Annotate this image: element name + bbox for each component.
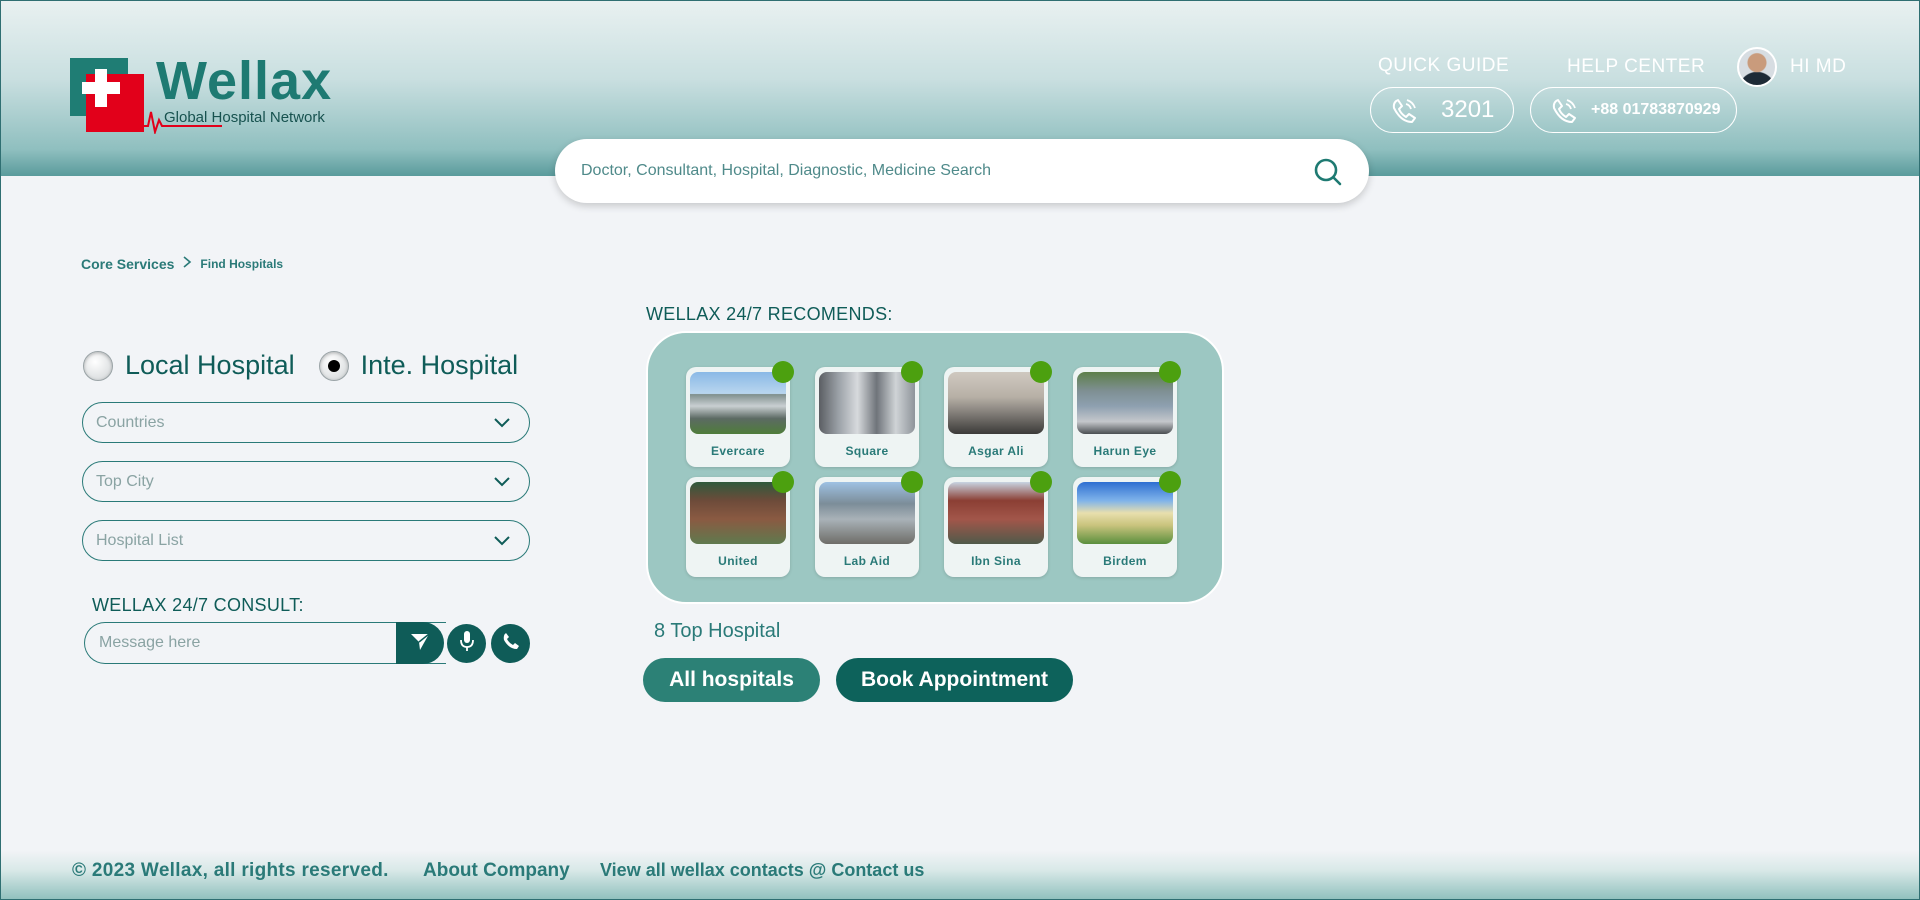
chevron-down-icon <box>493 475 511 493</box>
hospital-photo <box>690 372 786 434</box>
international-hospital-option[interactable]: Inte. Hospital <box>318 350 519 381</box>
hospital-name: Evercare <box>711 444 765 458</box>
international-hospital-label: Inte. Hospital <box>360 350 519 380</box>
local-hospital-option[interactable]: Local Hospital <box>83 350 295 381</box>
breadcrumb-find-hospitals: Find Hospitals <box>200 257 284 271</box>
hospital-card-harun-eye[interactable]: Harun Eye <box>1073 361 1181 467</box>
microphone-icon <box>458 630 476 657</box>
footer-about-link[interactable]: About Company <box>423 860 570 882</box>
radio-button-selected[interactable] <box>318 350 349 381</box>
online-status-dot <box>772 361 794 383</box>
recommended-hospitals-panel: Evercare Square Asgar Ali Harun Eye Unit… <box>646 331 1224 604</box>
hospital-card-ibn-sina[interactable]: Ibn Sina <box>944 471 1052 577</box>
help-center-label: HELP CENTER <box>1567 56 1706 77</box>
hospital-name: Birdem <box>1103 554 1147 568</box>
search-icon[interactable] <box>1313 157 1343 192</box>
medical-cross-icon <box>70 58 144 132</box>
chevron-down-icon <box>493 534 511 552</box>
hospital-name: Lab Aid <box>843 554 891 568</box>
chevron-right-icon <box>182 255 192 273</box>
brand-tagline: Global Hospital Network <box>164 109 325 126</box>
hospital-card-lab-aid[interactable]: Lab Aid <box>815 471 923 577</box>
hospital-name: United <box>718 554 758 568</box>
countries-select-value: Countries <box>96 413 165 431</box>
quick-guide-call-button[interactable]: 3201 <box>1370 87 1514 133</box>
online-status-dot <box>901 361 923 383</box>
breadcrumb-core-services[interactable]: Core Services <box>81 256 174 272</box>
hospital-photo <box>690 482 786 544</box>
consult-title: WELLAX 24/7 CONSULT: <box>92 595 304 615</box>
message-field <box>84 622 446 664</box>
hospital-card-birdem[interactable]: Birdem <box>1073 471 1181 577</box>
hospital-photo <box>948 372 1044 434</box>
radio-button[interactable] <box>83 350 113 381</box>
wellax-logo[interactable]: Wellax Global Hospital Network <box>70 51 340 134</box>
city-select-value: Top City <box>96 472 154 490</box>
send-message-button[interactable] <box>396 622 444 664</box>
hospital-card-square[interactable]: Square <box>815 361 923 467</box>
brand-name: Wellax <box>156 51 333 111</box>
help-center-number: +88 01783870929 <box>1591 101 1721 118</box>
footer-copyright: © 2023 Wellax, all rights reserved. <box>72 860 389 881</box>
hospital-name: Asgar Ali <box>968 444 1024 458</box>
hospital-card-united[interactable]: United <box>686 471 794 577</box>
hospital-photo <box>1077 482 1173 544</box>
online-status-dot <box>772 471 794 493</box>
hospital-card-evercare[interactable]: Evercare <box>686 361 794 467</box>
city-select[interactable]: Top City <box>82 461 530 502</box>
footer-contact-link[interactable]: View all wellax contacts @ Contact us <box>600 860 924 881</box>
chevron-down-icon <box>493 416 511 434</box>
countries-select[interactable]: Countries <box>82 402 530 443</box>
hospital-name: Ibn Sina <box>971 554 1021 568</box>
voice-message-button[interactable] <box>447 624 486 663</box>
send-icon <box>409 630 431 657</box>
online-status-dot <box>1159 471 1181 493</box>
quick-guide-label: QUICK GUIDE <box>1378 55 1510 76</box>
hospital-list-select[interactable]: Hospital List <box>82 520 530 561</box>
hospital-card-asgar-ali[interactable]: Asgar Ali <box>944 361 1052 467</box>
call-button[interactable] <box>491 624 530 663</box>
book-appointment-button[interactable]: Book Appointment <box>836 658 1073 702</box>
hospital-photo <box>948 482 1044 544</box>
breadcrumb: Core Services Find Hospitals <box>81 255 283 273</box>
search-bar <box>555 139 1369 203</box>
hospital-photo <box>1077 372 1173 434</box>
all-hospitals-button[interactable]: All hospitals <box>643 658 820 702</box>
top-hospital-count: 8 Top Hospital <box>654 620 781 642</box>
hospital-photo <box>819 482 915 544</box>
phone-icon <box>1389 96 1419 124</box>
search-input[interactable] <box>581 162 1281 180</box>
online-status-dot <box>901 471 923 493</box>
online-status-dot <box>1030 471 1052 493</box>
phone-icon <box>501 631 521 656</box>
message-input[interactable] <box>99 634 399 652</box>
local-hospital-label: Local Hospital <box>125 350 295 380</box>
user-greeting[interactable]: HI MD <box>1790 56 1846 78</box>
hospital-list-select-value: Hospital List <box>96 531 184 549</box>
quick-guide-number: 3201 <box>1441 96 1495 123</box>
hospital-type-selector: Local Hospital Inte. Hospital <box>83 350 518 381</box>
hospital-name: Harun Eye <box>1093 444 1157 458</box>
recommends-title: WELLAX 24/7 RECOMENDS: <box>646 304 893 324</box>
user-avatar[interactable] <box>1737 47 1777 87</box>
hospital-name: Square <box>845 444 889 458</box>
hospital-photo <box>819 372 915 434</box>
online-status-dot <box>1159 361 1181 383</box>
help-center-call-button[interactable]: +88 01783870929 <box>1530 87 1737 133</box>
phone-icon <box>1549 96 1579 124</box>
online-status-dot <box>1030 361 1052 383</box>
